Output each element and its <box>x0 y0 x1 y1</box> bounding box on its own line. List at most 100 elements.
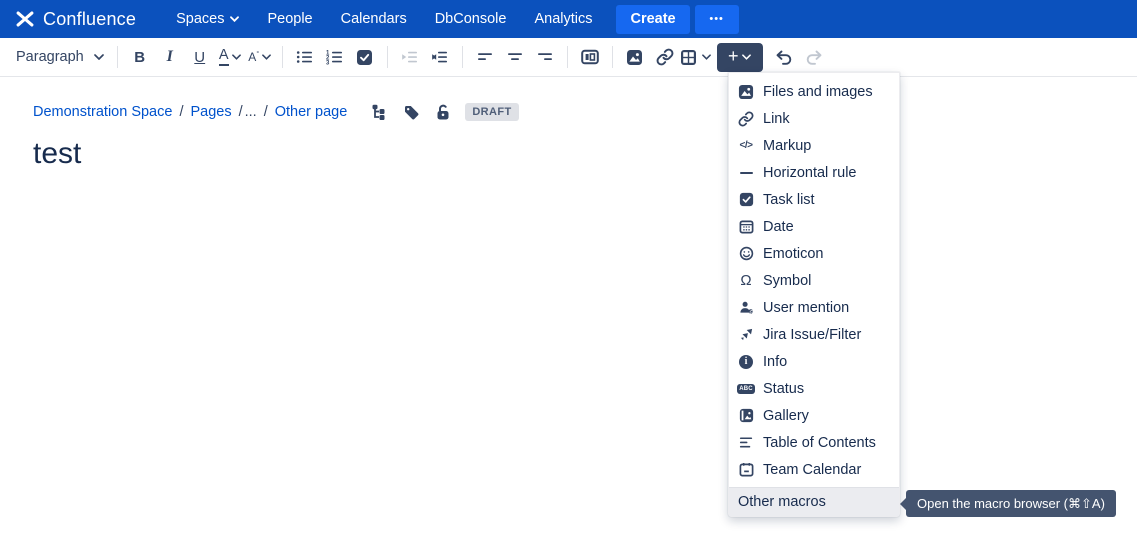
toolbar-divider <box>612 46 613 68</box>
numbered-list-button[interactable]: 1 2 3 <box>320 42 350 72</box>
outdent-icon <box>401 49 418 65</box>
menu-item-team-calendar[interactable]: Team Calendar <box>729 456 899 483</box>
underline-button[interactable]: U <box>185 42 215 72</box>
insert-files-button[interactable] <box>620 42 650 72</box>
align-right-icon <box>537 49 553 65</box>
nav-more-button[interactable]: ••• <box>695 5 739 34</box>
breadcrumb-ellipsis[interactable]: ... <box>245 104 257 120</box>
nav-item-calendars[interactable]: Calendars <box>327 0 421 38</box>
menu-item-markup[interactable]: </> Markup <box>729 132 899 159</box>
markup-icon: </> <box>738 138 754 154</box>
insert-dropdown-menu: Files and images Link </> Markup Horizon… <box>728 72 900 517</box>
menu-item-label: Task list <box>763 192 815 208</box>
menu-item-label: Other macros <box>738 494 826 510</box>
menu-item-user-mention[interactable]: @ User mention <box>729 294 899 321</box>
paragraph-style-select[interactable]: Paragraph <box>8 42 110 72</box>
italic-button[interactable]: I <box>155 42 185 72</box>
jira-icon <box>738 327 754 343</box>
nav-item-dbconsole[interactable]: DbConsole <box>421 0 521 38</box>
menu-item-label: Emoticon <box>763 246 823 262</box>
menu-item-label: Symbol <box>763 273 811 289</box>
menu-item-task-list[interactable]: Task list <box>729 186 899 213</box>
more-formatting-button[interactable]: A° <box>245 42 275 72</box>
menu-item-gallery[interactable]: Gallery <box>729 402 899 429</box>
text-color-icon: A <box>219 48 229 65</box>
underline-icon: U <box>194 49 205 66</box>
indent-button[interactable] <box>425 42 455 72</box>
align-center-icon <box>507 49 523 65</box>
menu-item-label: Markup <box>763 138 811 154</box>
menu-item-files-and-images[interactable]: Files and images <box>729 78 899 105</box>
align-left-button[interactable] <box>470 42 500 72</box>
nav-item-analytics[interactable]: Analytics <box>520 0 606 38</box>
undo-button[interactable] <box>769 42 799 72</box>
files-and-images-icon <box>738 84 754 100</box>
menu-item-link[interactable]: Link <box>729 105 899 132</box>
link-icon <box>738 111 754 127</box>
labels-icon[interactable] <box>403 104 420 121</box>
menu-item-toc[interactable]: Table of Contents <box>729 429 899 456</box>
outdent-button <box>395 42 425 72</box>
indent-icon <box>431 49 448 65</box>
breadcrumb-separator: / <box>264 104 268 120</box>
top-nav: Confluence Spaces People Calendars DbCon… <box>0 0 1137 38</box>
toolbar-divider <box>282 46 283 68</box>
tooltip-arrow <box>900 498 906 510</box>
confluence-logo[interactable]: Confluence <box>14 8 136 30</box>
bold-button[interactable]: B <box>125 42 155 72</box>
align-right-button[interactable] <box>530 42 560 72</box>
unlocked-icon[interactable] <box>435 104 451 121</box>
menu-item-info[interactable]: i Info <box>729 348 899 375</box>
menu-item-other-macros[interactable]: Other macros <box>729 487 899 516</box>
insert-link-button[interactable] <box>650 42 680 72</box>
breadcrumb-current-page-link[interactable]: Other page <box>275 104 348 120</box>
link-icon <box>656 48 674 66</box>
bullet-list-button[interactable] <box>290 42 320 72</box>
page-title[interactable]: test <box>33 137 1137 171</box>
menu-item-label: Files and images <box>763 84 873 100</box>
menu-item-emoticon[interactable]: Emoticon <box>729 240 899 267</box>
page-layout-button[interactable] <box>575 42 605 72</box>
task-list-button[interactable] <box>350 42 380 72</box>
chevron-down-icon <box>742 54 751 60</box>
redo-button <box>799 42 829 72</box>
menu-item-label: Status <box>763 381 804 397</box>
create-button[interactable]: Create <box>616 5 689 34</box>
breadcrumb: Demonstration Space / Pages / ... / Othe… <box>33 101 1137 123</box>
menu-item-jira[interactable]: Jira Issue/Filter <box>729 321 899 348</box>
task-list-icon <box>738 192 754 208</box>
redo-icon <box>805 50 823 65</box>
chevron-down-icon <box>702 54 711 60</box>
menu-item-status[interactable]: ABC Status <box>729 375 899 402</box>
menu-item-horizontal-rule[interactable]: Horizontal rule <box>729 159 899 186</box>
nav-item-people[interactable]: People <box>253 0 326 38</box>
draft-status-badge: DRAFT <box>465 103 518 121</box>
bold-icon: B <box>134 49 145 66</box>
menu-item-symbol[interactable]: Ω User mention Symbol <box>729 267 899 294</box>
text-color-button[interactable]: A <box>215 42 245 72</box>
tooltip-text: Open the macro browser (⌘⇧A) <box>917 496 1105 512</box>
insert-more-content-button[interactable]: + <box>717 43 763 72</box>
page-tree-location-icon[interactable] <box>371 104 388 121</box>
table-icon <box>680 49 697 66</box>
breadcrumb-pages-link[interactable]: Pages <box>190 104 231 120</box>
toolbar-divider <box>567 46 568 68</box>
menu-item-date[interactable]: Date <box>729 213 899 240</box>
gallery-icon <box>738 408 754 424</box>
insert-table-button[interactable] <box>680 42 711 72</box>
breadcrumb-space-link[interactable]: Demonstration Space <box>33 104 172 120</box>
nav-item-spaces[interactable]: Spaces <box>162 0 253 38</box>
symbol-icon: Ω <box>738 273 754 289</box>
paragraph-style-value: Paragraph <box>16 49 84 65</box>
toolbar-divider <box>462 46 463 68</box>
emoticon-icon <box>738 246 754 262</box>
align-center-button[interactable] <box>500 42 530 72</box>
menu-item-label: Team Calendar <box>763 462 861 478</box>
page-layout-icon <box>581 49 599 65</box>
svg-text:3: 3 <box>326 60 330 65</box>
status-icon: ABC <box>738 381 754 397</box>
editor-toolbar: Paragraph B I U A A° 1 2 3 <box>0 38 1137 77</box>
italic-icon: I <box>167 48 173 66</box>
chevron-down-icon <box>232 54 241 60</box>
macro-browser-tooltip: Open the macro browser (⌘⇧A) <box>906 490 1116 517</box>
